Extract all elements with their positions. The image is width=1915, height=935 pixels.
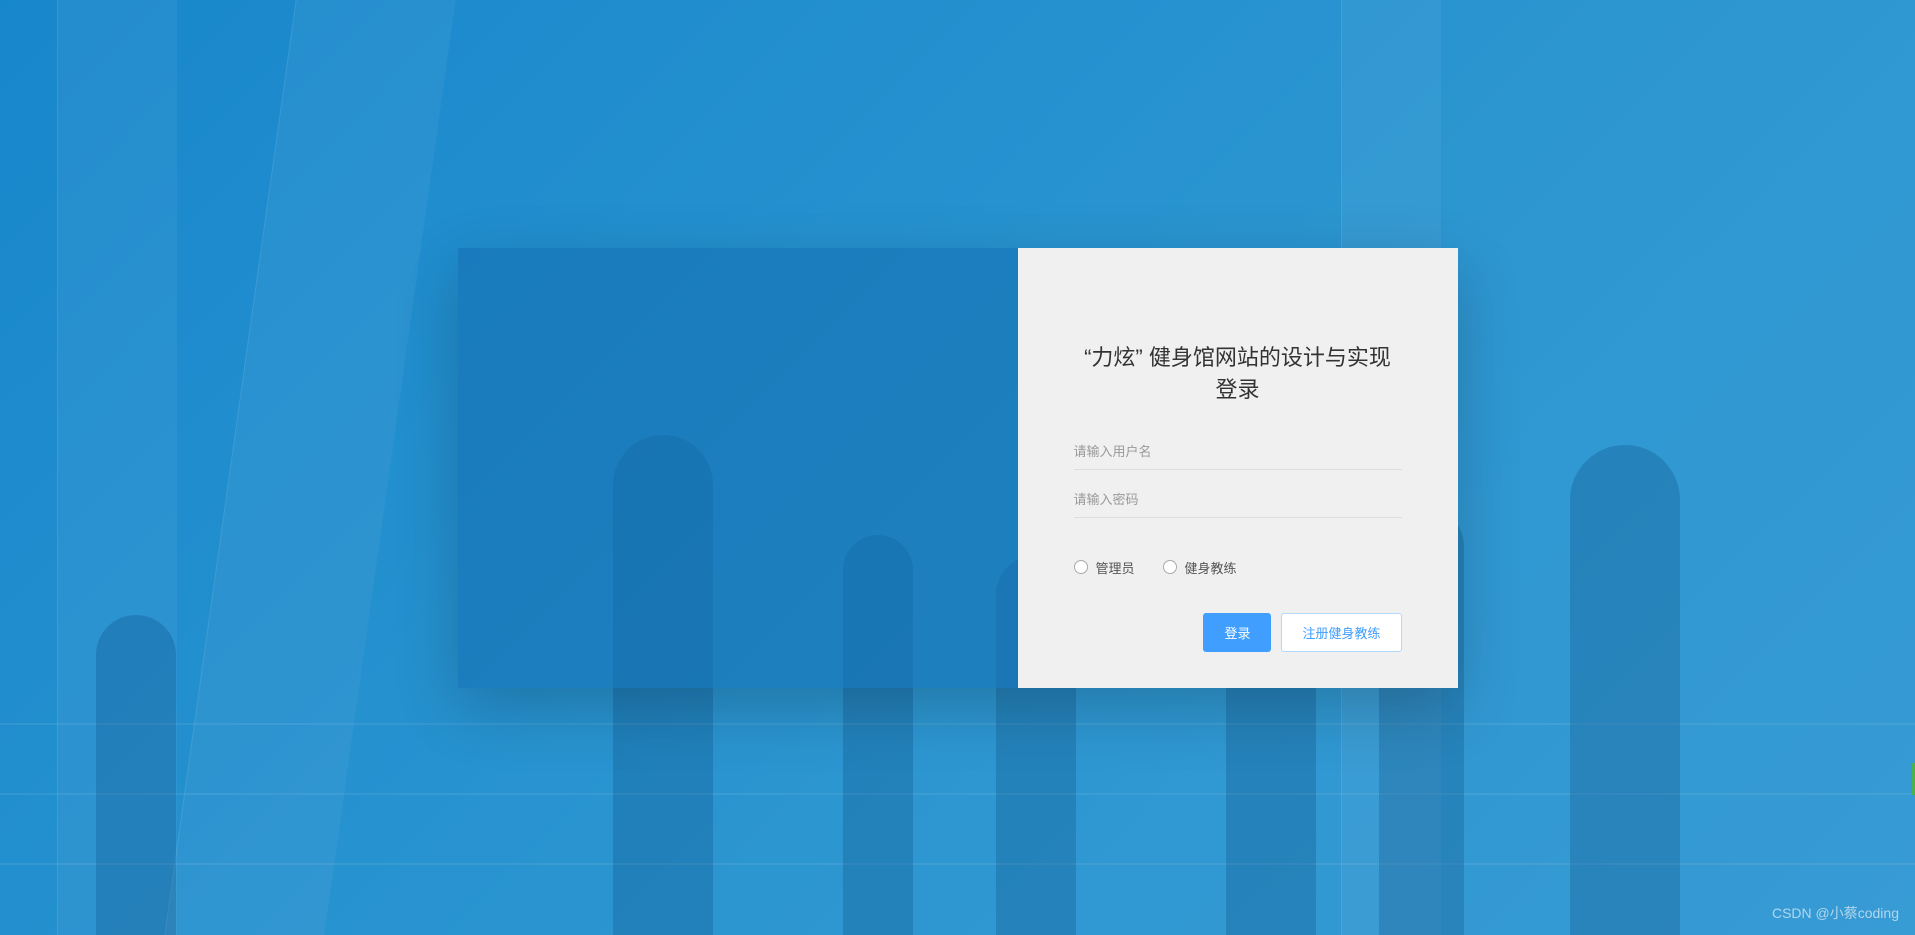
password-input[interactable] (1074, 482, 1402, 518)
role-admin-radio[interactable]: 管理员 (1074, 558, 1135, 577)
role-coach-label: 健身教练 (1185, 558, 1237, 577)
login-button[interactable]: 登录 (1203, 613, 1271, 652)
decorative-left-panel (458, 248, 1018, 688)
password-input-group (1074, 482, 1402, 518)
login-container: “力炫” 健身馆网站的设计与实现 登录 管理员 健身教练 登录 注册健身教练 (458, 248, 1458, 688)
form-title: “力炫” 健身馆网站的设计与实现 登录 (1074, 340, 1402, 404)
button-row: 登录 注册健身教练 (1074, 613, 1402, 652)
login-form-panel: “力炫” 健身馆网站的设计与实现 登录 管理员 健身教练 登录 注册健身教练 (1018, 248, 1458, 688)
watermark-text: CSDN @小蔡coding (1772, 903, 1899, 923)
role-admin-label: 管理员 (1096, 558, 1135, 577)
radio-icon (1163, 560, 1177, 574)
radio-icon (1074, 560, 1088, 574)
username-input-group (1074, 434, 1402, 470)
username-input[interactable] (1074, 434, 1402, 470)
register-coach-button[interactable]: 注册健身教练 (1281, 613, 1401, 652)
role-radio-group: 管理员 健身教练 (1074, 558, 1402, 577)
role-coach-radio[interactable]: 健身教练 (1163, 558, 1237, 577)
